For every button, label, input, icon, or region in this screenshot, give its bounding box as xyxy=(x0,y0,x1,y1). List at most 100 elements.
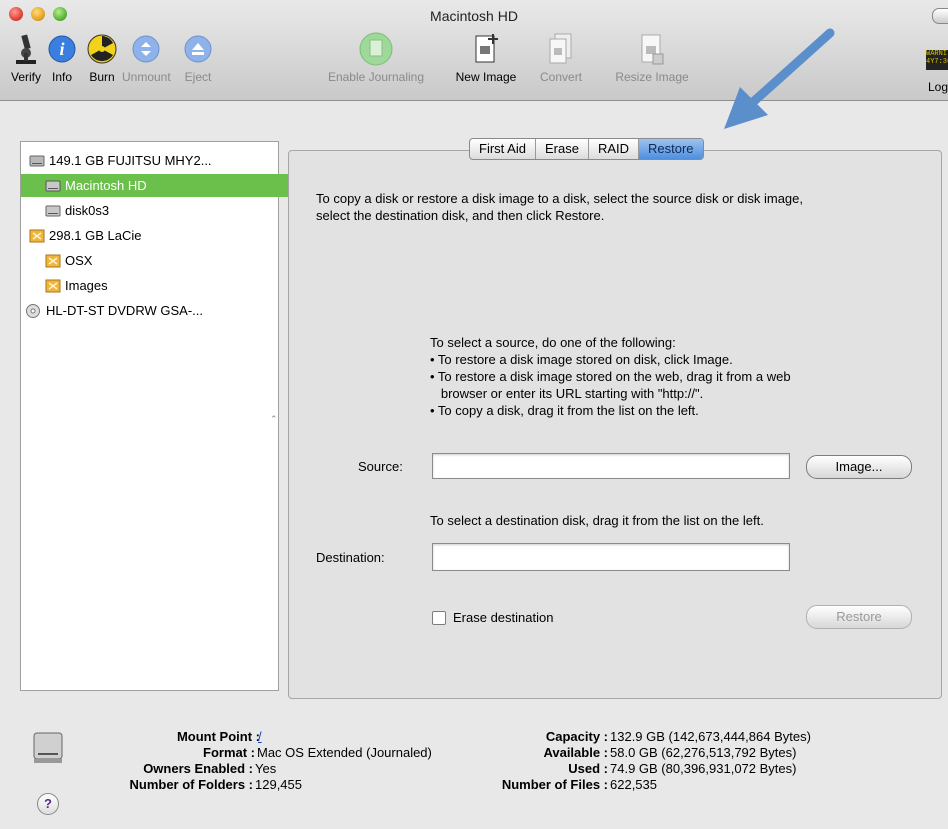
svg-text:i: i xyxy=(59,39,64,59)
used-value: 74.9 GB (80,396,931,072 Bytes) xyxy=(610,761,797,776)
image-button[interactable]: Image... xyxy=(806,455,912,479)
sidebar-item-label: HL-DT-ST DVDRW GSA-... xyxy=(46,303,203,318)
tab-raid[interactable]: RAID xyxy=(589,139,639,159)
journaling-icon xyxy=(316,32,436,66)
used-key: Used : xyxy=(450,761,608,777)
external-disk-icon xyxy=(29,229,45,242)
owners-key-text: Owners Enabled : xyxy=(143,761,253,776)
sidebar-item-dvd-drive[interactable]: HL-DT-ST DVDRW GSA-... xyxy=(21,299,281,322)
verify-label: Verify xyxy=(10,70,41,84)
sidebar-item-label: 149.1 GB FUJITSU MHY2... xyxy=(49,153,212,168)
new-image-button[interactable]: New Image xyxy=(449,32,523,84)
mount-point-key-text: Mount Point : xyxy=(176,729,260,744)
restore-button[interactable]: Restore xyxy=(806,605,912,629)
log-label: Log xyxy=(928,80,948,94)
enable-journaling-button[interactable]: Enable Journaling xyxy=(316,32,436,84)
help-button[interactable]: ? xyxy=(37,793,59,815)
new-image-label: New Image xyxy=(455,70,517,84)
log-icon-text: WARNI4Y7:36 xyxy=(926,50,948,66)
restore-intro-line1: To copy a disk or restore a disk image t… xyxy=(316,191,803,206)
folders-key: Number of Folders : xyxy=(40,777,253,793)
burn-button[interactable]: Burn xyxy=(84,32,120,84)
resize-image-label: Resize Image xyxy=(615,70,689,84)
tab-bar: First Aid Erase RAID Restore xyxy=(469,138,704,160)
verify-button[interactable]: Verify xyxy=(8,32,44,84)
sidebar-item-macintosh-hd[interactable]: Macintosh HD xyxy=(21,174,302,197)
optical-drive-icon xyxy=(26,303,40,318)
tab-first-aid[interactable]: First Aid xyxy=(470,139,536,159)
burn-label: Burn xyxy=(89,70,115,84)
internal-disk-icon xyxy=(29,155,45,166)
unmount-label: Unmount xyxy=(122,70,171,84)
mount-point-key: Mount Point : xyxy=(40,729,260,745)
log-button[interactable]: Log xyxy=(928,80,948,94)
log-icon[interactable]: WARNI4Y7:36 xyxy=(926,50,948,70)
capacity-value: 132.9 GB (142,673,444,864 Bytes) xyxy=(610,729,811,744)
folders-key-text: Number of Folders : xyxy=(129,777,253,792)
burn-icon xyxy=(84,32,120,66)
folders-value: 129,455 xyxy=(255,777,302,792)
restore-intro-line2: select the destination disk, and then cl… xyxy=(316,208,605,223)
convert-label: Convert xyxy=(540,70,583,84)
sidebar-item-osx[interactable]: OSX xyxy=(21,249,302,272)
resize-image-icon xyxy=(608,32,696,66)
format-value: Mac OS Extended (Journaled) xyxy=(257,745,432,760)
tab-erase[interactable]: Erase xyxy=(536,139,589,159)
source-help-item: • To copy a disk, drag it from the list … xyxy=(430,403,699,418)
sidebar-item-disk0s3[interactable]: disk0s3 xyxy=(21,199,302,222)
format-key-text: Format : xyxy=(203,745,255,760)
info-button[interactable]: i Info xyxy=(44,32,80,84)
volume-icon xyxy=(45,180,61,191)
splitter-handle[interactable]: ⌃ xyxy=(270,414,278,425)
sidebar-item-fujitsu-disk[interactable]: 149.1 GB FUJITSU MHY2... xyxy=(21,149,286,172)
files-value: 622,535 xyxy=(610,777,657,792)
erase-destination-label: Erase destination xyxy=(453,610,554,625)
volume-icon xyxy=(45,205,61,216)
source-help-item: browser or enter its URL starting with "… xyxy=(430,386,704,401)
files-key: Number of Files : xyxy=(450,777,608,793)
owners-key: Owners Enabled : xyxy=(40,761,253,777)
eject-label: Eject xyxy=(184,70,212,84)
source-help-title: To select a source, do one of the follow… xyxy=(430,335,676,350)
destination-help: To select a destination disk, drag it fr… xyxy=(430,513,764,528)
eject-button[interactable]: Eject xyxy=(180,32,216,84)
source-field[interactable] xyxy=(432,453,790,479)
sidebar-item-label: disk0s3 xyxy=(65,203,110,218)
capacity-key: Capacity : xyxy=(450,729,608,745)
unmount-icon xyxy=(128,32,164,66)
tab-restore[interactable]: Restore xyxy=(639,139,703,159)
source-help-item: • To restore a disk image stored on disk… xyxy=(430,352,733,367)
source-label: Source: xyxy=(358,459,403,474)
mount-point-link[interactable]: / xyxy=(258,729,262,745)
convert-icon xyxy=(543,32,579,66)
microscope-icon xyxy=(8,32,44,66)
available-value: 58.0 GB (62,276,513,792 Bytes) xyxy=(610,745,797,760)
enable-journaling-label: Enable Journaling xyxy=(327,70,425,84)
source-help-item: • To restore a disk image stored on the … xyxy=(430,369,791,384)
resize-image-button[interactable]: Resize Image xyxy=(608,32,696,84)
new-image-icon xyxy=(449,32,523,66)
format-key: Format : xyxy=(40,745,255,761)
used-key-text: Used : xyxy=(568,761,608,776)
destination-label: Destination: xyxy=(316,550,385,565)
sidebar-item-images[interactable]: Images xyxy=(21,274,302,297)
info-label: Info xyxy=(51,70,72,84)
files-key-text: Number of Files : xyxy=(501,777,608,792)
info-icon: i xyxy=(44,32,80,66)
destination-field[interactable] xyxy=(432,543,790,571)
window-title: Macintosh HD xyxy=(430,8,518,24)
unmount-button[interactable]: Unmount xyxy=(122,32,171,84)
disk-list-sidebar[interactable]: 149.1 GB FUJITSU MHY2... Macintosh HD di… xyxy=(20,141,302,691)
disk-utility-window: Macintosh HD Verify i Info Burn Unmount xyxy=(0,0,948,829)
annotation-arrow-icon xyxy=(724,28,835,129)
convert-button[interactable]: Convert xyxy=(540,32,582,84)
owners-value: Yes xyxy=(255,761,277,776)
sidebar-item-label: Images xyxy=(65,278,108,293)
external-volume-icon xyxy=(45,279,61,292)
sidebar-item-label: Macintosh HD xyxy=(65,178,147,193)
toolbar-toggle-button[interactable] xyxy=(932,8,948,24)
available-key-text: Available : xyxy=(543,745,608,760)
erase-destination-checkbox[interactable] xyxy=(432,611,446,625)
sidebar-item-label: OSX xyxy=(65,253,93,268)
sidebar-item-lacie-disk[interactable]: 298.1 GB LaCie xyxy=(21,224,286,247)
